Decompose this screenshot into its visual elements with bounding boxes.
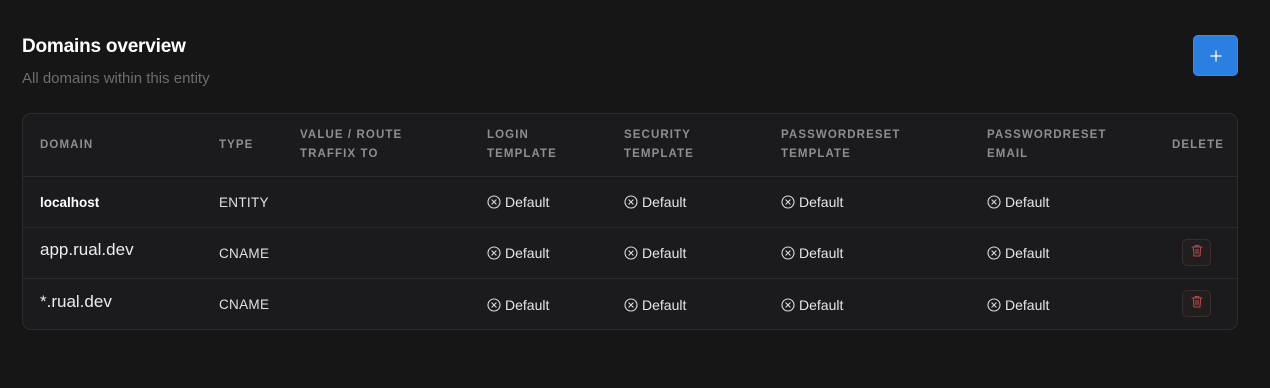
domains-overview-page: Domains overview All domains within this… <box>0 0 1270 388</box>
security-template-value[interactable]: Default <box>624 297 686 313</box>
circle-x-icon <box>781 246 799 260</box>
circle-x-icon <box>781 195 799 209</box>
passwordreset-email-label: Default <box>1005 245 1050 261</box>
plus-icon <box>1209 49 1222 62</box>
circle-x-icon <box>987 297 1005 312</box>
passwordreset-template-value[interactable]: Default <box>781 245 843 261</box>
passwordreset-email-value[interactable]: Default <box>987 297 1049 313</box>
domains-table: DOMAIN TYPE VALUE / ROUTE TRAFFIX TO LOG… <box>22 113 1238 330</box>
circle-x-icon <box>624 195 642 209</box>
domain-name: localhost <box>40 194 100 210</box>
column-header-security-template: SECURITY TEMPLATE <box>624 129 694 160</box>
passwordreset-template-value[interactable]: Default <box>781 194 843 210</box>
trash-icon <box>1190 244 1203 262</box>
passwordreset-template-label: Default <box>799 296 844 313</box>
page-title: Domains overview <box>22 36 186 57</box>
passwordreset-email-value[interactable]: Default <box>987 194 1049 210</box>
table-row: localhost ENTITY Default Default Default… <box>23 177 1237 228</box>
passwordreset-template-value[interactable]: Default <box>781 297 843 313</box>
column-header-type: TYPE <box>219 138 254 151</box>
domain-type: CNAME <box>219 245 270 261</box>
passwordreset-template-label: Default <box>799 245 844 261</box>
circle-x-icon <box>987 195 1005 209</box>
passwordreset-email-label: Default <box>1005 296 1050 313</box>
page-subtitle: All domains within this entity <box>22 70 210 87</box>
security-template-label: Default <box>642 194 687 210</box>
circle-x-icon <box>987 246 1005 260</box>
table-row: *.rual.dev CNAME Default Default Default… <box>23 279 1237 329</box>
security-template-value[interactable]: Default <box>624 194 686 210</box>
passwordreset-email-value[interactable]: Default <box>987 245 1049 261</box>
column-header-passwordreset-template: PASSWORDRESET TEMPLATE <box>781 129 901 160</box>
delete-domain-button[interactable] <box>1182 290 1211 317</box>
domain-type: ENTITY <box>219 194 269 210</box>
table-row: app.rual.dev CNAME Default Default Defau… <box>23 228 1237 279</box>
security-template-value[interactable]: Default <box>624 245 686 261</box>
circle-x-icon <box>487 195 505 209</box>
table-header: DOMAIN TYPE VALUE / ROUTE TRAFFIX TO LOG… <box>23 114 1237 177</box>
circle-x-icon <box>624 297 642 312</box>
circle-x-icon <box>781 297 799 312</box>
security-template-label: Default <box>642 245 687 261</box>
circle-x-icon <box>624 246 642 260</box>
delete-domain-button[interactable] <box>1182 239 1211 266</box>
passwordreset-template-label: Default <box>799 194 844 210</box>
domain-name: *.rual.dev <box>40 291 112 311</box>
login-template-value[interactable]: Default <box>487 194 549 210</box>
trash-icon <box>1190 295 1203 313</box>
login-template-label: Default <box>505 245 550 261</box>
add-domain-button[interactable] <box>1193 35 1238 76</box>
column-header-passwordreset-email: PASSWORDRESET EMAIL <box>987 129 1107 160</box>
passwordreset-email-label: Default <box>1005 194 1050 210</box>
column-header-delete: DELETE <box>1172 138 1224 151</box>
login-template-value[interactable]: Default <box>487 297 549 313</box>
login-template-label: Default <box>505 194 550 210</box>
circle-x-icon <box>487 297 505 312</box>
circle-x-icon <box>487 246 505 260</box>
domain-name: app.rual.dev <box>40 240 134 259</box>
domain-type: CNAME <box>219 297 270 312</box>
login-template-label: Default <box>505 296 550 313</box>
column-header-value: VALUE / ROUTE TRAFFIX TO <box>300 129 403 160</box>
column-header-domain: DOMAIN <box>40 138 94 151</box>
security-template-label: Default <box>642 296 687 313</box>
login-template-value[interactable]: Default <box>487 245 549 261</box>
column-header-login-template: LOGIN TEMPLATE <box>487 129 557 160</box>
